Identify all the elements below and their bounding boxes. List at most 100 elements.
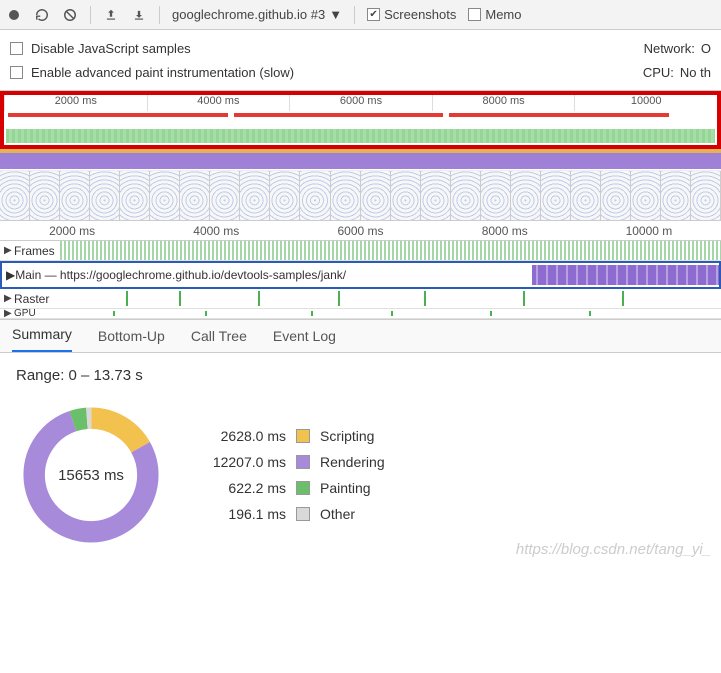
legend-swatch xyxy=(296,455,310,469)
screenshot-thumb[interactable] xyxy=(30,171,60,220)
download-icon[interactable] xyxy=(131,7,147,23)
details-tabs: Summary Bottom-Up Call Tree Event Log xyxy=(0,319,721,353)
separator xyxy=(159,6,160,24)
main-track[interactable]: ▶ Main — https://googlechrome.github.io/… xyxy=(0,261,721,289)
screenshot-thumb[interactable] xyxy=(0,171,30,220)
disable-js-row[interactable]: Disable JavaScript samples Network: O xyxy=(10,36,711,60)
capture-settings: Disable JavaScript samples Network: O En… xyxy=(0,30,721,91)
expand-arrow-icon[interactable]: ▶ xyxy=(6,268,15,282)
expand-arrow-icon[interactable]: ▶ xyxy=(4,245,14,256)
tick: 2000 ms xyxy=(0,224,144,238)
screenshot-thumb[interactable] xyxy=(661,171,691,220)
overview-ruler: 2000 ms 4000 ms 6000 ms 8000 ms 10000 xyxy=(4,95,717,111)
legend-ms: 196.1 ms xyxy=(196,506,286,522)
expand-arrow-icon[interactable]: ▶ xyxy=(4,293,14,304)
range-text: Range: 0 – 13.73 s xyxy=(16,367,705,384)
separator xyxy=(354,6,355,24)
reload-icon[interactable] xyxy=(34,7,50,23)
screenshots-checkbox[interactable]: ✔ Screenshots xyxy=(367,7,456,22)
screenshot-strip[interactable] xyxy=(0,171,721,221)
screenshot-thumb[interactable] xyxy=(90,171,120,220)
tick: 8000 ms xyxy=(432,95,575,111)
tick: 10000 xyxy=(574,95,717,111)
gpu-bars xyxy=(60,309,721,318)
disable-js-label: Disable JavaScript samples xyxy=(31,41,191,56)
screenshot-thumb[interactable] xyxy=(541,171,571,220)
legend-swatch xyxy=(296,429,310,443)
devtools-toolbar: googlechrome.github.io #3 ▼ ✔ Screenshot… xyxy=(0,0,721,30)
timeline-ruler[interactable]: 2000 ms 4000 ms 6000 ms 8000 ms 10000 m xyxy=(0,221,721,241)
screenshot-thumb[interactable] xyxy=(60,171,90,220)
watermark-text: https://blog.csdn.net/tang_yi_ xyxy=(516,541,711,558)
screenshot-thumb[interactable] xyxy=(180,171,210,220)
frames-label: Frames xyxy=(14,244,55,258)
tab-event-log[interactable]: Event Log xyxy=(273,328,336,352)
recording-label: googlechrome.github.io #3 xyxy=(172,7,325,22)
screenshots-label: Screenshots xyxy=(384,7,456,22)
screenshot-thumb[interactable] xyxy=(631,171,661,220)
checkbox-icon: ✔ xyxy=(367,8,380,21)
activity-flame-strip[interactable] xyxy=(0,149,721,171)
summary-legend: 2628.0 msScripting12207.0 msRendering622… xyxy=(196,423,385,527)
main-label: Main — https://googlechrome.github.io/de… xyxy=(15,268,346,282)
tick: 10000 m xyxy=(577,224,721,238)
clear-icon[interactable] xyxy=(62,7,78,23)
flame-band xyxy=(0,149,721,170)
screenshot-thumb[interactable] xyxy=(421,171,451,220)
raster-label: Raster xyxy=(14,292,49,306)
record-icon[interactable] xyxy=(6,7,22,23)
screenshot-thumb[interactable] xyxy=(361,171,391,220)
raster-bars xyxy=(60,289,721,308)
screenshot-thumb[interactable] xyxy=(451,171,481,220)
screenshot-thumb[interactable] xyxy=(210,171,240,220)
screenshot-thumb[interactable] xyxy=(270,171,300,220)
legend-swatch xyxy=(296,507,310,521)
screenshot-thumb[interactable] xyxy=(240,171,270,220)
overview-cpu-graph xyxy=(6,129,715,143)
legend-row: 196.1 ms Other xyxy=(196,501,385,527)
screenshot-thumb[interactable] xyxy=(481,171,511,220)
legend-label: Other xyxy=(320,506,355,522)
screenshot-thumb[interactable] xyxy=(150,171,180,220)
memory-checkbox[interactable]: Memo xyxy=(468,7,521,22)
tab-summary[interactable]: Summary xyxy=(12,326,72,352)
screenshot-thumb[interactable] xyxy=(391,171,421,220)
frames-track[interactable]: ▶ Frames xyxy=(0,241,721,261)
screenshot-thumb[interactable] xyxy=(511,171,541,220)
tab-bottom-up[interactable]: Bottom-Up xyxy=(98,328,165,352)
screenshot-thumb[interactable] xyxy=(331,171,361,220)
tick: 4000 ms xyxy=(144,224,288,238)
tick: 2000 ms xyxy=(4,95,147,111)
legend-label: Painting xyxy=(320,480,371,496)
checkbox-icon xyxy=(10,66,23,79)
summary-donut-chart: 15653 ms xyxy=(16,400,166,550)
tick: 6000 ms xyxy=(289,95,432,111)
gpu-track[interactable]: ▶ GPU xyxy=(0,309,721,319)
tick: 6000 ms xyxy=(288,224,432,238)
overview-pane[interactable]: 2000 ms 4000 ms 6000 ms 8000 ms 10000 xyxy=(0,91,721,149)
cpu-value[interactable]: No th xyxy=(680,65,711,80)
donut-total: 15653 ms xyxy=(16,400,166,550)
tick: 4000 ms xyxy=(147,95,290,111)
screenshot-thumb[interactable] xyxy=(601,171,631,220)
raster-track[interactable]: ▶ Raster xyxy=(0,289,721,309)
recording-dropdown[interactable]: googlechrome.github.io #3 ▼ xyxy=(172,7,342,22)
tab-call-tree[interactable]: Call Tree xyxy=(191,328,247,352)
expand-arrow-icon[interactable]: ▶ xyxy=(4,309,14,319)
tick: 8000 ms xyxy=(433,224,577,238)
legend-ms: 622.2 ms xyxy=(196,480,286,496)
screenshot-thumb[interactable] xyxy=(691,171,721,220)
screenshot-thumb[interactable] xyxy=(120,171,150,220)
upload-icon[interactable] xyxy=(103,7,119,23)
legend-row: 622.2 ms Painting xyxy=(196,475,385,501)
enable-paint-row[interactable]: Enable advanced paint instrumentation (s… xyxy=(10,60,711,84)
overview-fps-bars xyxy=(8,113,713,117)
frames-bars xyxy=(60,241,721,260)
cpu-label: CPU: xyxy=(643,65,674,80)
legend-ms: 12207.0 ms xyxy=(196,454,286,470)
legend-label: Scripting xyxy=(320,428,374,444)
screenshot-thumb[interactable] xyxy=(300,171,330,220)
network-value[interactable]: O xyxy=(701,41,711,56)
summary-pane: Range: 0 – 13.73 s 15653 ms 2628.0 msScr… xyxy=(0,353,721,564)
screenshot-thumb[interactable] xyxy=(571,171,601,220)
